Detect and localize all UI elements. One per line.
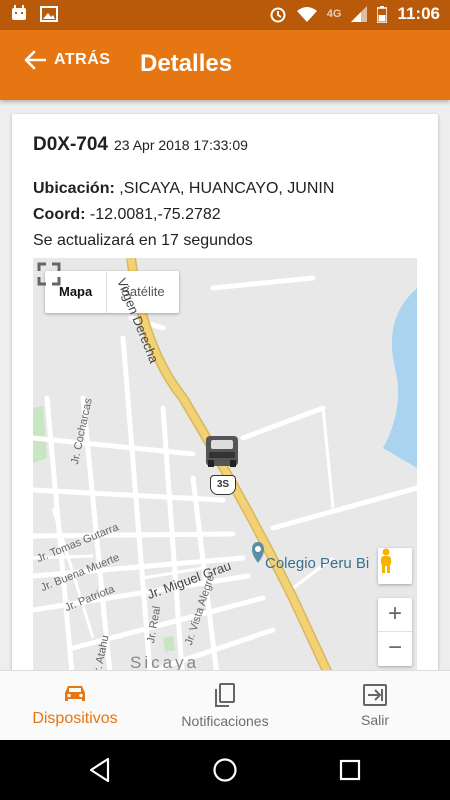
recents-square-icon[interactable] (339, 757, 361, 783)
system-nav-bar (0, 740, 450, 800)
zoom-out-button[interactable]: − (378, 632, 412, 666)
clock: 11:06 (397, 4, 440, 23)
document-icon (215, 682, 235, 707)
nav-exit[interactable]: Salir (300, 671, 450, 740)
wifi-icon (296, 7, 317, 22)
zoom-control: + − (378, 598, 412, 666)
device-plate: D0X-704 (33, 134, 108, 155)
page-title: Detalles (140, 50, 233, 77)
back-triangle-icon[interactable] (88, 757, 112, 783)
location-value: ,SICAYA, HUANCAYO, JUNIN (114, 180, 335, 197)
nav-exit-label: Salir (360, 711, 389, 728)
zoom-in-button[interactable]: + (378, 598, 412, 632)
home-circle-icon[interactable] (212, 757, 238, 783)
route-shield: 3S (210, 475, 236, 495)
vehicle-marker-icon[interactable] (206, 436, 238, 467)
nav-notifications-label: Notificaciones (181, 712, 269, 729)
nav-devices[interactable]: Dispositivos (0, 671, 150, 740)
poi-label[interactable]: Colegio Peru Bi (265, 555, 369, 572)
fullscreen-icon[interactable] (33, 258, 65, 290)
signal-icon (351, 6, 368, 22)
nav-notifications[interactable]: Notificaciones (150, 671, 300, 740)
exit-icon (363, 683, 387, 706)
back-button[interactable]: ATRÁS (24, 50, 110, 70)
device-timestamp: 23 Apr 2018 17:33:09 (114, 137, 248, 153)
app-bar: ATRÁS Detalles (0, 30, 450, 100)
nav-devices-label: Dispositivos (32, 709, 118, 727)
back-label: ATRÁS (54, 51, 111, 68)
alarm-icon (270, 7, 286, 23)
device-header: D0X-704 23 Apr 2018 17:33:09 (33, 134, 248, 156)
location-label: Ubicación: (33, 180, 115, 197)
image-icon (40, 6, 58, 22)
refresh-text: Se actualizará en 17 segundos (33, 232, 253, 249)
car-icon (65, 685, 85, 701)
network-type: 4G (326, 8, 342, 20)
pegman-icon (381, 548, 391, 573)
street-view-pegman[interactable] (378, 548, 412, 584)
bottom-navigation: Dispositivos Notificaciones Salir (0, 670, 450, 740)
map-view[interactable]: Mapa Satélite Virgen Derecha Jr. Cocharc… (33, 258, 417, 684)
battery-icon (377, 5, 388, 23)
coord-row: Coord: -12.0081,-75.2782 (33, 206, 221, 224)
device-detail-card: D0X-704 23 Apr 2018 17:33:09 Ubicación: … (12, 114, 438, 684)
map-type-control: Mapa Satélite (45, 271, 179, 313)
android-icon (12, 5, 26, 20)
map-canvas (33, 258, 417, 684)
status-bar: 4G 11:06 (0, 0, 450, 30)
arrow-left-icon (24, 50, 46, 70)
location-row: Ubicación: ,SICAYA, HUANCAYO, JUNIN (33, 180, 334, 198)
coord-value: -12.0081,-75.2782 (85, 206, 221, 223)
coord-label: Coord: (33, 206, 86, 223)
